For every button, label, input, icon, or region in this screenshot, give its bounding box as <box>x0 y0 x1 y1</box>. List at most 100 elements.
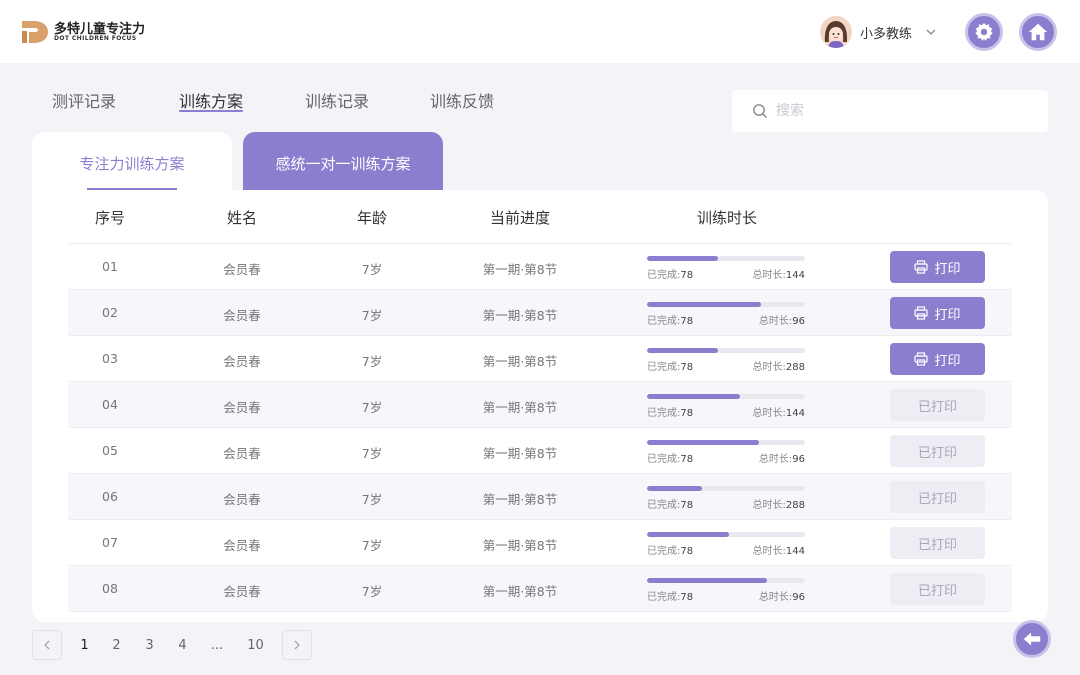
page-3[interactable]: 3 <box>126 638 173 653</box>
printed-button[interactable]: 已打印 <box>890 435 985 467</box>
print-button[interactable]: 打印 <box>890 297 985 329</box>
chevron-right-icon <box>294 640 300 650</box>
page-1[interactable]: 1 <box>62 638 107 653</box>
printed-button[interactable]: 已打印 <box>890 527 985 559</box>
total-duration: 总时长:96 <box>758 454 805 465</box>
chevron-left-icon <box>44 640 50 650</box>
header-progress: 当前进度 <box>489 209 550 227</box>
completed-duration: 已完成:78 <box>647 592 694 603</box>
settings-button[interactable] <box>965 13 1003 51</box>
table-row: 05 会员春 7岁 第一期·第8节 已完成:78 总时长:96 已打印 <box>68 428 1012 474</box>
member-age: 7岁 <box>361 400 383 415</box>
home-icon <box>1028 23 1048 41</box>
progress-bar-fill <box>647 302 761 307</box>
search-box[interactable] <box>732 90 1048 132</box>
row-number: 03 <box>102 351 118 366</box>
row-number: 08 <box>102 581 118 596</box>
member-age: 7岁 <box>361 446 383 461</box>
printed-button[interactable]: 已打印 <box>890 481 985 513</box>
row-number: 02 <box>102 305 118 320</box>
progress-bar-fill <box>647 532 730 537</box>
header-number: 序号 <box>94 209 125 227</box>
member-name: 会员春 <box>223 262 261 277</box>
print-button[interactable]: 打印 <box>890 251 985 283</box>
total-duration: 总时长:96 <box>758 316 805 327</box>
training-duration: 已完成:78 总时长:96 <box>647 440 807 465</box>
progress-bar <box>647 532 805 537</box>
tab-training-plan[interactable]: 训练方案 <box>179 88 244 112</box>
user-menu[interactable]: 小多教练 <box>820 15 938 49</box>
member-age: 7岁 <box>361 492 383 507</box>
total-duration: 总时长:288 <box>752 362 805 373</box>
total-duration: 总时长:144 <box>752 408 805 419</box>
prev-page-button[interactable] <box>32 630 62 660</box>
current-progress: 第一期·第8节 <box>482 308 558 323</box>
member-age: 7岁 <box>361 262 383 277</box>
current-progress: 第一期·第8节 <box>482 354 558 369</box>
progress-bar <box>647 578 805 583</box>
current-progress: 第一期·第8节 <box>482 400 558 415</box>
member-age: 7岁 <box>361 354 383 369</box>
progress-bar <box>647 394 805 399</box>
total-duration: 总时长:144 <box>752 546 805 557</box>
training-duration: 已完成:78 总时长:288 <box>647 348 807 373</box>
logo-mark-icon <box>22 21 48 43</box>
table-row: 03 会员春 7岁 第一期·第8节 已完成:78 总时长:288 打印 <box>68 336 1012 382</box>
row-number: 01 <box>102 259 118 274</box>
completed-duration: 已完成:78 <box>647 316 694 327</box>
member-name: 会员春 <box>223 492 261 507</box>
tab-training-feedback[interactable]: 训练反馈 <box>430 88 494 112</box>
progress-bar <box>647 348 805 353</box>
progress-bar-fill <box>647 348 719 353</box>
subtab-focus-training-plan[interactable]: 专注力训练方案 <box>32 132 232 192</box>
user-name: 小多教练 <box>860 26 913 42</box>
progress-bar-fill <box>647 440 760 445</box>
table-row: 06 会员春 7岁 第一期·第8节 已完成:78 总时长:288 已打印 <box>68 474 1012 520</box>
current-progress: 第一期·第8节 <box>482 584 558 599</box>
home-button[interactable] <box>1019 13 1057 51</box>
training-plan-table: 序号 姓名 年龄 当前进度 训练时长 01 会员春 7岁 第一期·第8节 已完成:78 总… <box>32 190 1048 622</box>
header-age: 年龄 <box>356 209 387 227</box>
brand-logo[interactable]: 多特儿童专注力 DOT CHILDREN FOCUS <box>20 17 160 47</box>
page-2[interactable]: 2 <box>107 638 126 653</box>
back-arrow-icon <box>1023 632 1041 646</box>
page-10[interactable]: 10 <box>242 638 269 653</box>
training-duration: 已完成:78 总时长:144 <box>647 532 807 557</box>
next-page-button[interactable] <box>282 630 312 660</box>
member-age: 7岁 <box>361 538 383 553</box>
training-duration: 已完成:78 总时长:144 <box>647 256 807 281</box>
printed-button[interactable]: 已打印 <box>890 573 985 605</box>
subtab-sensory-training-plan[interactable]: 感统一对一训练方案 <box>243 132 443 192</box>
back-button[interactable] <box>1013 620 1051 658</box>
tab-training-records[interactable]: 训练记录 <box>305 88 369 112</box>
search-icon <box>753 104 767 118</box>
table-header: 序号 姓名 年龄 当前进度 训练时长 <box>68 190 1012 244</box>
training-duration: 已完成:78 总时长:144 <box>647 394 807 419</box>
total-duration: 总时长:144 <box>752 270 805 281</box>
row-number: 04 <box>102 397 118 412</box>
chevron-down-icon[interactable] <box>924 25 938 39</box>
tab-evaluation-records[interactable]: 测评记录 <box>52 88 116 112</box>
active-tab-indicator <box>179 110 244 112</box>
member-name: 会员春 <box>223 538 261 553</box>
search-input[interactable] <box>776 103 1016 119</box>
progress-bar <box>647 302 805 307</box>
table-body: 01 会员春 7岁 第一期·第8节 已完成:78 总时长:144 打印 02 会员春 7岁 第一期·… <box>68 244 1012 612</box>
printed-button[interactable]: 已打印 <box>890 389 985 421</box>
completed-duration: 已完成:78 <box>647 454 694 465</box>
progress-bar-fill <box>647 394 741 399</box>
print-button[interactable]: 打印 <box>890 343 985 375</box>
current-progress: 第一期·第8节 <box>482 538 558 553</box>
table-row: 02 会员春 7岁 第一期·第8节 已完成:78 总时长:96 打印 <box>68 290 1012 336</box>
table-row: 04 会员春 7岁 第一期·第8节 已完成:78 总时长:144 已打印 <box>68 382 1012 428</box>
member-name: 会员春 <box>223 584 261 599</box>
completed-duration: 已完成:78 <box>647 546 694 557</box>
table-row: 07 会员春 7岁 第一期·第8节 已完成:78 总时长:144 已打印 <box>68 520 1012 566</box>
pagination: 1 2 3 4 ... 10 <box>32 630 312 660</box>
page-4[interactable]: 4 <box>173 638 192 653</box>
member-name: 会员春 <box>223 400 261 415</box>
completed-duration: 已完成:78 <box>647 500 694 511</box>
current-progress: 第一期·第8节 <box>482 492 558 507</box>
progress-bar <box>647 440 805 445</box>
printer-icon <box>914 352 929 366</box>
